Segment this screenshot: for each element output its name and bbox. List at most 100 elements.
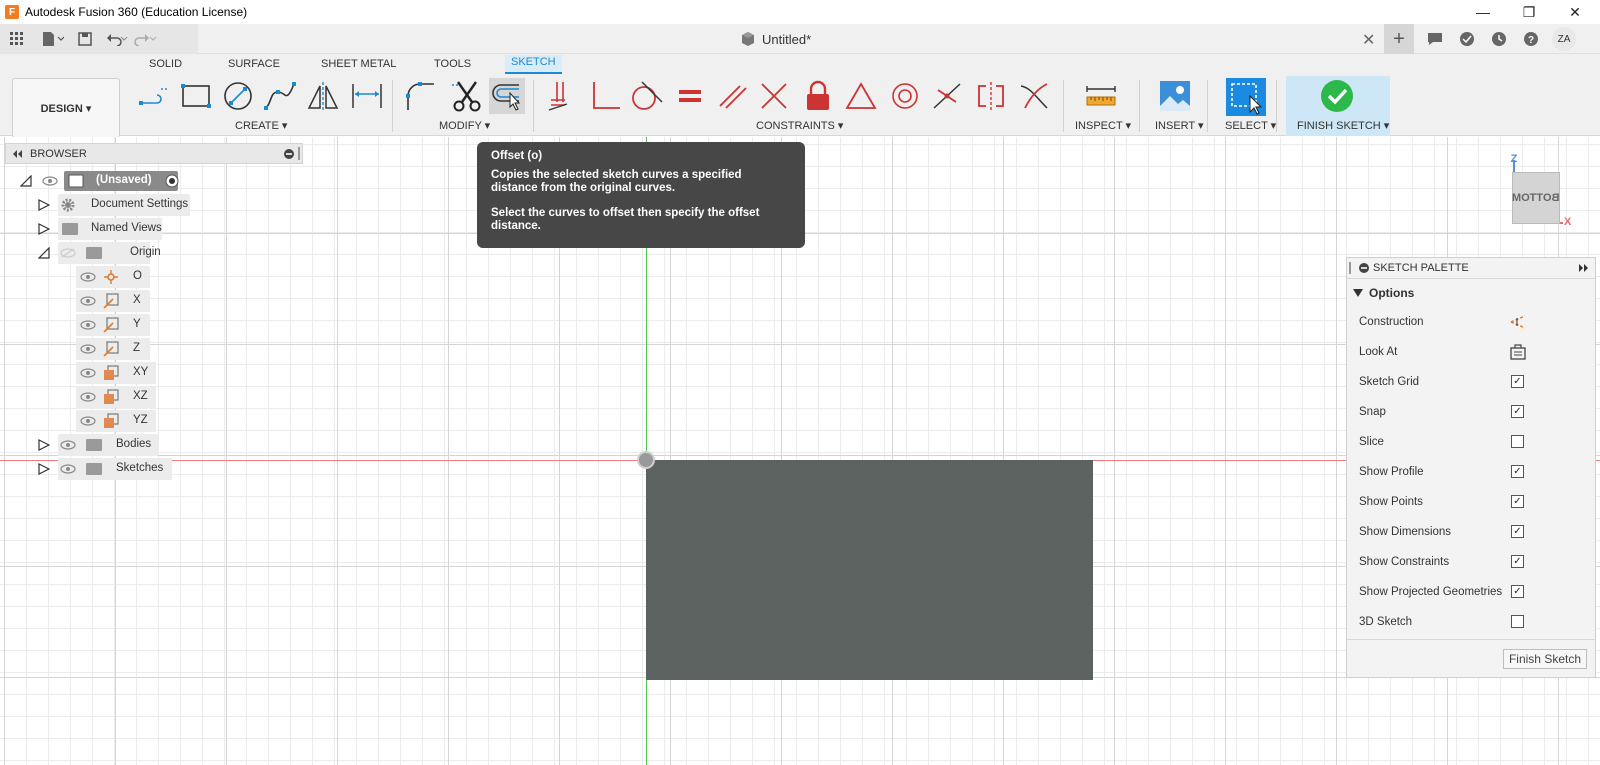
insert-image-icon[interactable] (1157, 78, 1193, 114)
line-tool-icon[interactable] (136, 78, 172, 114)
palette-row-snap[interactable]: Snap ✓ (1347, 397, 1595, 427)
undo-icon[interactable] (106, 28, 128, 50)
tab-sheet-metal[interactable]: SHEET METAL (321, 58, 396, 70)
measure-ruler-icon[interactable] (1083, 78, 1119, 114)
symmetry-constraint-icon[interactable] (973, 78, 1009, 114)
fillet-tool-icon[interactable] (403, 78, 439, 114)
show-points-checkbox[interactable]: ✓ (1511, 495, 1524, 508)
palette-row-construction[interactable]: Construction (1347, 307, 1595, 337)
document-tab[interactable]: Untitled* (740, 24, 811, 54)
visibility-eye-icon[interactable] (60, 464, 76, 474)
palette-row-show-constraints[interactable]: Show Constraints ✓ (1347, 547, 1595, 577)
finish-sketch-group-label[interactable]: FINISH SKETCH ▾ (1297, 119, 1389, 132)
section-expanded-triangle-icon[interactable] (1353, 289, 1363, 297)
tab-solid[interactable]: SOLID (149, 58, 182, 70)
maximize-button[interactable]: ❐ (1506, 0, 1552, 24)
parallel-constraint-icon[interactable] (715, 78, 751, 114)
origin-point-icon[interactable] (637, 451, 655, 469)
show-projected-geometries-checkbox[interactable]: ✓ (1511, 585, 1524, 598)
collapsed-triangle-icon[interactable] (38, 223, 50, 235)
constraints-group-label[interactable]: CONSTRAINTS ▾ (756, 119, 843, 132)
trim-scissors-icon[interactable] (449, 78, 485, 114)
expand-palette-icon[interactable] (1579, 263, 1589, 273)
construction-icon[interactable] (1509, 313, 1527, 331)
visibility-eye-icon[interactable] (80, 392, 96, 402)
redo-icon[interactable] (134, 28, 156, 50)
notifications-icon[interactable] (1424, 28, 1446, 50)
palette-row-look-at[interactable]: Look At (1347, 337, 1595, 367)
finish-sketch-button[interactable]: Finish Sketch (1502, 649, 1587, 669)
3d-sketch-checkbox[interactable] (1511, 615, 1524, 628)
look-at-icon[interactable] (1509, 343, 1527, 361)
view-cube-face[interactable]: BOTTOM (1512, 172, 1560, 224)
visibility-eye-icon[interactable] (80, 296, 96, 306)
equal-constraint-icon[interactable] (672, 78, 708, 114)
activate-radio-icon[interactable] (165, 174, 179, 188)
collapsed-triangle-icon[interactable] (38, 199, 50, 211)
palette-row-show-dimensions[interactable]: Show Dimensions ✓ (1347, 517, 1595, 547)
palette-row-3d-sketch[interactable]: 3D Sketch (1347, 607, 1595, 637)
new-tab-plus-icon[interactable]: + (1384, 24, 1414, 54)
slice-checkbox[interactable] (1511, 435, 1524, 448)
coincident-constraint-icon[interactable] (544, 78, 580, 114)
inspect-group-label[interactable]: INSPECT ▾ (1075, 119, 1131, 132)
palette-row-slice[interactable]: Slice (1347, 427, 1595, 457)
rectangle-tool-icon[interactable] (178, 78, 214, 114)
tab-sketch[interactable]: SKETCH (505, 55, 562, 74)
collapsed-triangle-icon[interactable] (38, 439, 50, 451)
history-clock-icon[interactable] (1488, 28, 1510, 50)
visibility-eye-icon[interactable] (80, 368, 96, 378)
visibility-eye-icon[interactable] (80, 272, 96, 282)
collinear-constraint-icon[interactable] (757, 78, 793, 114)
expanded-triangle-icon[interactable] (20, 175, 32, 187)
app-grid-icon[interactable] (6, 28, 28, 50)
collapse-browser-icon[interactable] (12, 149, 22, 158)
browser-minus-icon[interactable] (284, 149, 294, 159)
file-menu-icon[interactable] (42, 28, 64, 50)
palette-grip-icon[interactable] (1349, 262, 1351, 274)
minimize-button[interactable]: — (1460, 0, 1506, 24)
palette-row-sketch-grid[interactable]: Sketch Grid ✓ (1347, 367, 1595, 397)
visibility-eye-icon[interactable] (60, 440, 76, 450)
collapsed-triangle-icon[interactable] (38, 463, 50, 475)
visibility-eye-icon[interactable] (80, 344, 96, 354)
workspace-switcher-button[interactable]: DESIGN ▾ (12, 78, 120, 138)
triangle-constraint-icon[interactable] (843, 78, 879, 114)
browser-pin-icon[interactable] (298, 147, 300, 160)
insert-group-label[interactable]: INSERT ▾ (1155, 119, 1204, 132)
concentric-constraint-icon[interactable] (887, 78, 923, 114)
close-window-button[interactable]: ✕ (1552, 0, 1598, 24)
fix-lock-icon[interactable] (800, 78, 836, 114)
sketch-rectangle-profile[interactable] (646, 460, 1093, 680)
palette-minus-icon[interactable] (1359, 263, 1369, 273)
visibility-eye-icon[interactable] (42, 176, 58, 186)
show-dimensions-checkbox[interactable]: ✓ (1511, 525, 1524, 538)
palette-row-show-profile[interactable]: Show Profile ✓ (1347, 457, 1595, 487)
create-group-label[interactable]: CREATE ▾ (235, 119, 287, 132)
midpoint-constraint-icon[interactable] (929, 78, 965, 114)
tangent-constraint-icon[interactable] (629, 78, 665, 114)
visibility-eye-icon[interactable] (80, 320, 96, 330)
tab-tools[interactable]: TOOLS (434, 58, 471, 70)
help-icon[interactable]: ? (1520, 28, 1542, 50)
job-status-icon[interactable] (1456, 28, 1478, 50)
select-window-icon[interactable] (1226, 78, 1266, 116)
spline-tool-icon[interactable] (262, 78, 298, 114)
finish-sketch-check-icon[interactable] (1319, 78, 1355, 114)
hidden-eye-icon[interactable] (60, 248, 76, 258)
user-avatar[interactable]: ZA (1552, 27, 1576, 51)
options-section-header[interactable]: Options (1347, 279, 1595, 307)
palette-row-show-projected-geometries[interactable]: Show Projected Geometries ✓ (1347, 577, 1595, 607)
expanded-triangle-icon[interactable] (38, 247, 50, 259)
dimension-tool-icon[interactable] (349, 78, 385, 114)
curvature-constraint-icon[interactable] (1016, 78, 1052, 114)
show-profile-checkbox[interactable]: ✓ (1511, 465, 1524, 478)
save-icon[interactable] (74, 28, 96, 50)
select-group-label[interactable]: SELECT ▾ (1225, 119, 1276, 132)
tab-surface[interactable]: SURFACE (228, 58, 280, 70)
visibility-eye-icon[interactable] (80, 416, 96, 426)
offset-tool-icon[interactable] (489, 78, 525, 114)
show-constraints-checkbox[interactable]: ✓ (1511, 555, 1524, 568)
perpendicular-constraint-icon[interactable] (587, 78, 623, 114)
close-document-icon[interactable]: ✕ (1362, 30, 1375, 50)
